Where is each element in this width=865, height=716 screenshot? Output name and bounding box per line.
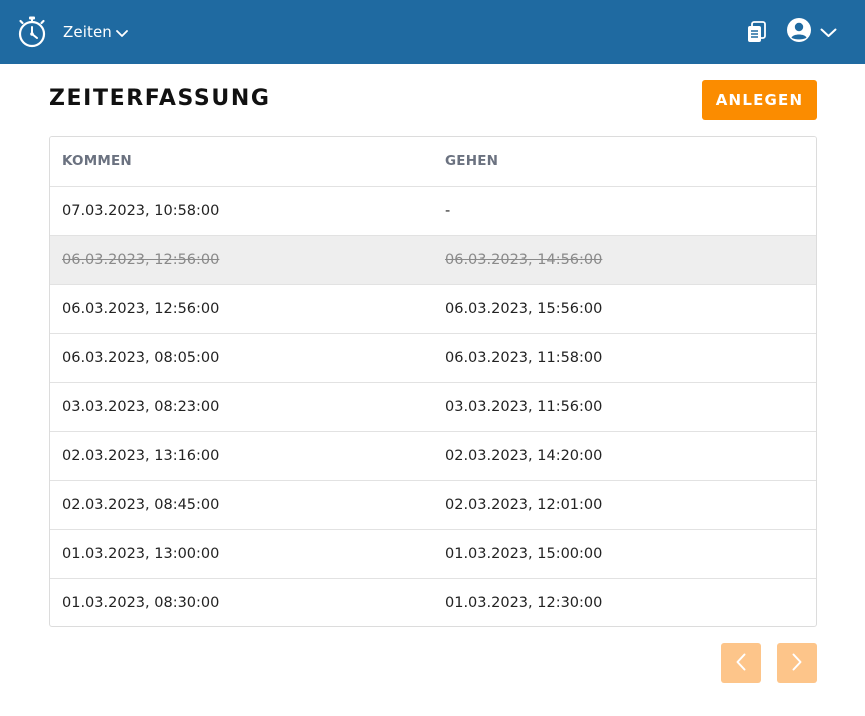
user-circle-icon (786, 17, 812, 47)
previous-page-button[interactable] (721, 643, 761, 683)
kommen-cell: 06.03.2023, 12:56:00 (50, 235, 433, 285)
table-row[interactable]: 03.03.2023, 08:23:00 03.03.2023, 11:56:0… (50, 382, 816, 432)
kommen-cell: 02.03.2023, 08:45:00 (50, 480, 433, 530)
zeiten-menu[interactable]: Zeiten (63, 20, 128, 44)
gehen-cell: 03.03.2023, 11:56:00 (433, 382, 816, 432)
chevron-down-icon (115, 23, 128, 42)
chevron-right-icon (791, 653, 803, 674)
table-row-deleted[interactable]: 06.03.2023, 12:56:00 06.03.2023, 14:56:0… (50, 235, 816, 285)
column-header-gehen[interactable]: GEHEN (433, 137, 816, 187)
table-row[interactable]: 02.03.2023, 13:16:00 02.03.2023, 14:20:0… (50, 431, 816, 481)
zeiten-menu-label: Zeiten (63, 23, 112, 41)
user-menu[interactable] (786, 18, 837, 46)
kommen-cell: 06.03.2023, 12:56:00 (50, 284, 433, 334)
kommen-cell: 02.03.2023, 13:16:00 (50, 431, 433, 481)
gehen-cell: 06.03.2023, 14:56:00 (433, 235, 816, 285)
table-header-row: KOMMEN GEHEN (50, 137, 816, 187)
gehen-cell: 06.03.2023, 11:58:00 (433, 333, 816, 383)
gehen-cell: 02.03.2023, 12:01:00 (433, 480, 816, 530)
table-row[interactable]: 01.03.2023, 13:00:00 01.03.2023, 15:00:0… (50, 529, 816, 579)
table-row[interactable]: 01.03.2023, 08:30:00 01.03.2023, 12:30:0… (50, 578, 816, 626)
gehen-cell: 01.03.2023, 12:30:00 (445, 594, 603, 611)
documents-icon[interactable] (746, 20, 768, 44)
create-button[interactable]: ANLEGEN (702, 80, 817, 120)
gehen-cell: - (433, 186, 816, 236)
column-header-kommen[interactable]: KOMMEN (50, 137, 433, 187)
gehen-cell: 02.03.2023, 14:20:00 (433, 431, 816, 481)
next-page-button[interactable] (777, 643, 817, 683)
chevron-down-icon (820, 23, 837, 42)
top-navigation-bar: Zeiten (0, 0, 865, 64)
table-row[interactable]: 06.03.2023, 12:56:00 06.03.2023, 15:56:0… (50, 284, 816, 334)
stopwatch-icon[interactable] (17, 16, 47, 48)
kommen-cell: 06.03.2023, 08:05:00 (50, 333, 433, 383)
kommen-cell: 03.03.2023, 08:23:00 (50, 382, 433, 432)
page-title: ZEITERFASSUNG (49, 86, 271, 111)
gehen-cell: 06.03.2023, 15:56:00 (433, 284, 816, 334)
table-row[interactable]: 02.03.2023, 08:45:00 02.03.2023, 12:01:0… (50, 480, 816, 530)
table-row[interactable]: 06.03.2023, 08:05:00 06.03.2023, 11:58:0… (50, 333, 816, 383)
time-entries-table: KOMMEN GEHEN 07.03.2023, 10:58:00 - 06.0… (49, 136, 817, 627)
kommen-cell: 07.03.2023, 10:58:00 (50, 186, 433, 236)
kommen-cell: 01.03.2023, 13:00:00 (50, 529, 433, 579)
chevron-left-icon (735, 653, 747, 674)
gehen-cell: 01.03.2023, 15:00:00 (433, 529, 816, 579)
kommen-cell: 01.03.2023, 08:30:00 (62, 594, 220, 611)
table-row[interactable]: 07.03.2023, 10:58:00 - (50, 186, 816, 236)
